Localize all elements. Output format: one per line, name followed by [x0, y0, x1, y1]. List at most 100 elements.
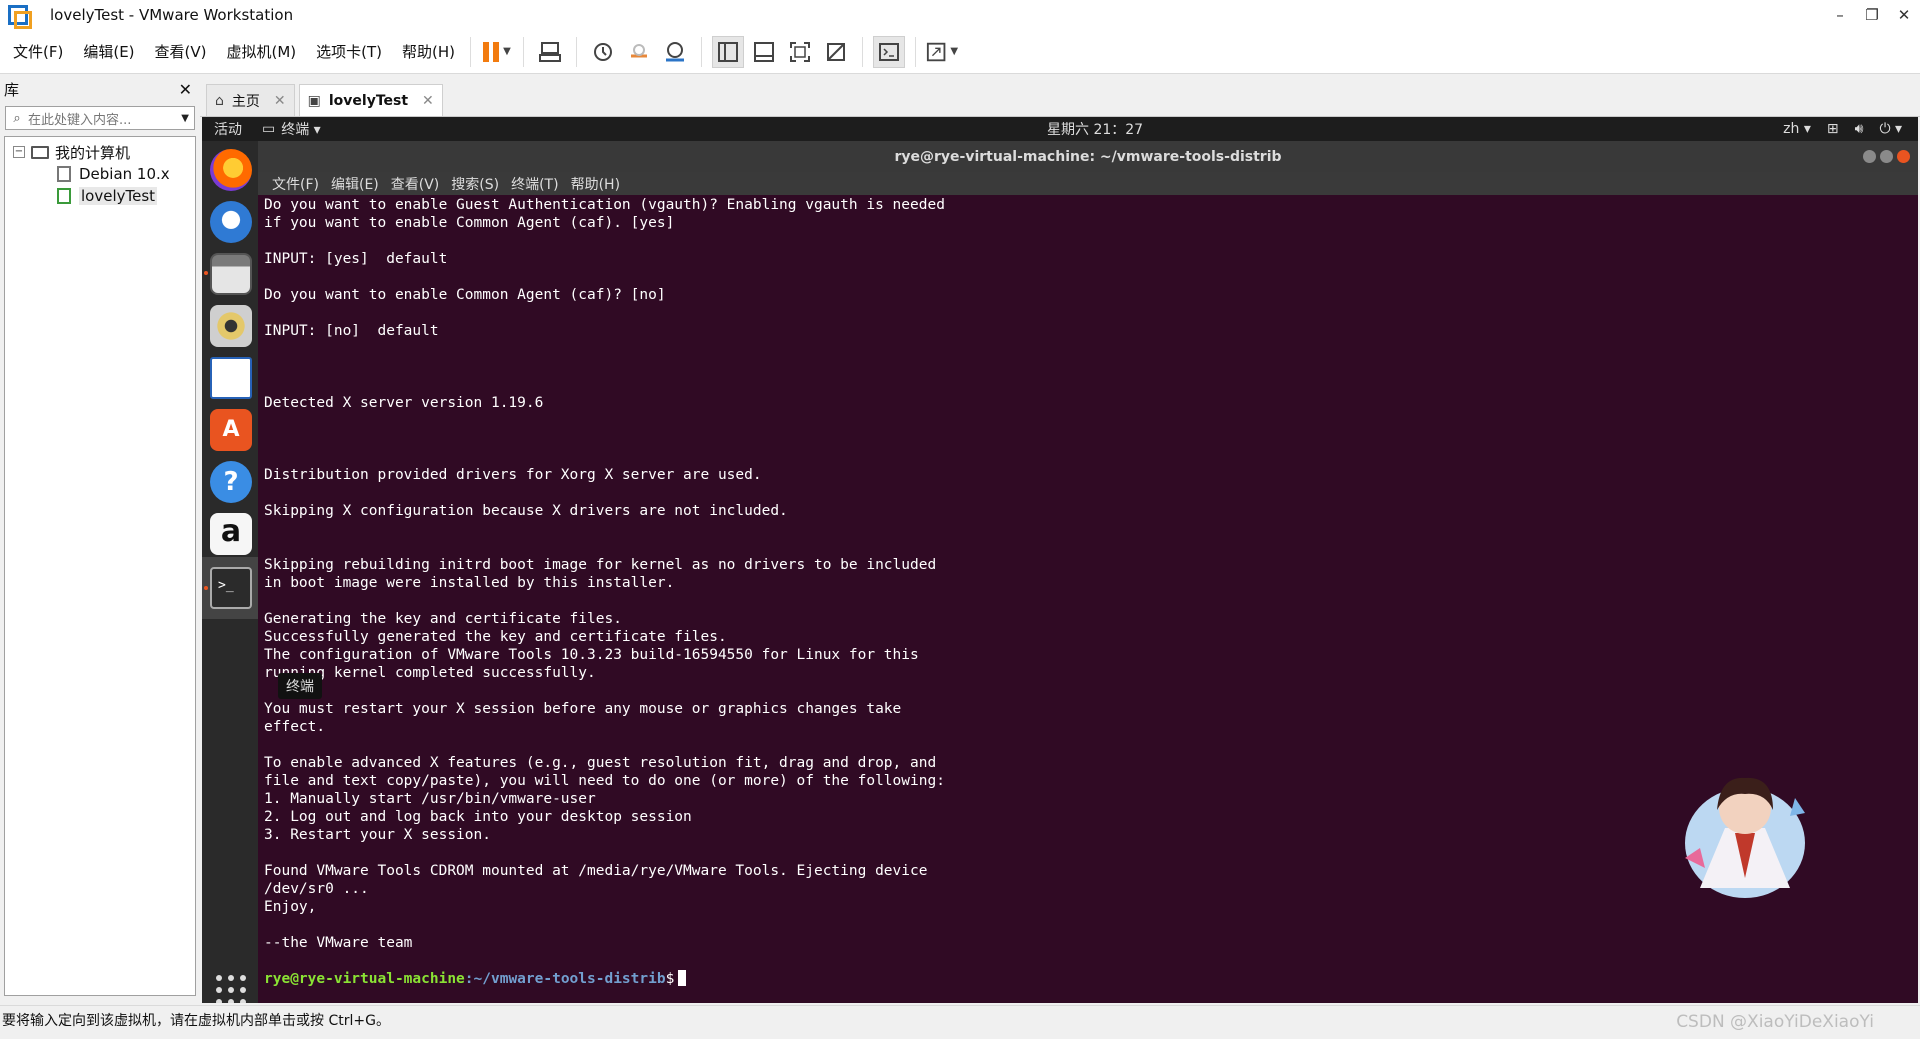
- menu-edit[interactable]: 编辑(E): [76, 41, 141, 62]
- terminal-line: INPUT: [yes] default: [264, 251, 448, 267]
- menu-tabs[interactable]: 选项卡(T): [309, 41, 389, 62]
- tree-item-debian[interactable]: Debian 10.x: [5, 163, 195, 185]
- library-search-input[interactable]: ⌕ 在此处键入内容... ▼: [5, 106, 195, 130]
- menu-view[interactable]: 查看(V): [148, 41, 214, 62]
- tab-home[interactable]: ⌂ 主页 ✕: [206, 84, 295, 116]
- terminal-small-icon: ▭: [262, 121, 276, 137]
- terminal-window-controls: [1863, 150, 1910, 163]
- menu-file[interactable]: 文件(F): [6, 41, 70, 62]
- terminal-menu-view[interactable]: 查看(V): [391, 174, 440, 194]
- search-icon: ⌕: [13, 110, 21, 126]
- app-menu[interactable]: ▭ 终端 ▾: [262, 119, 321, 139]
- manage-snapshots-button[interactable]: [659, 36, 691, 68]
- chevron-down-icon[interactable]: ▼: [503, 46, 511, 57]
- search-placeholder: 在此处键入内容...: [28, 112, 132, 128]
- vmware-logo-icon: [8, 5, 32, 29]
- close-button[interactable]: ✕: [1888, 6, 1920, 24]
- prompt-user: rye@rye-virtual-machine: [264, 971, 465, 987]
- terminal-titlebar[interactable]: rye@rye-virtual-machine: ~/vmware-tools-…: [258, 141, 1918, 172]
- libreoffice-writer-icon[interactable]: [210, 357, 252, 399]
- library-tree: − 我的计算机 Debian 10.x lovelyTest: [4, 136, 196, 996]
- terminal-menubar: 文件(F) 编辑(E) 查看(V) 搜索(S) 终端(T) 帮助(H): [258, 172, 1918, 195]
- tree-item-my-computer[interactable]: − 我的计算机: [5, 141, 195, 163]
- terminal-line: Skipping X configuration because X drive…: [264, 503, 788, 519]
- toolbar-separator: [701, 36, 703, 67]
- network-icon[interactable]: ⊞: [1827, 121, 1839, 137]
- vm-console[interactable]: 活动 ▭ 终端 ▾ 星期六 21：27 zh ▾ ⊞ 🔊︎ ⏻ ▾ A ? a …: [202, 117, 1918, 1003]
- activities-button[interactable]: 活动: [214, 119, 242, 139]
- toolbar-separator: [523, 36, 525, 67]
- send-ctrl-alt-del-button[interactable]: [534, 36, 566, 68]
- menu-bar: 文件(F) 编辑(E) 查看(V) 虚拟机(M) 选项卡(T) 帮助(H) ▼ …: [0, 30, 1920, 74]
- tab-label: 主页: [231, 93, 260, 110]
- menu-help[interactable]: 帮助(H): [395, 41, 462, 62]
- volume-icon[interactable]: 🔊︎: [1855, 121, 1864, 137]
- minimize-button[interactable]: –: [1824, 6, 1856, 24]
- menu-vm[interactable]: 虚拟机(M): [220, 41, 304, 62]
- amazon-icon[interactable]: a: [210, 513, 252, 555]
- window-title: lovelyTest - VMware Workstation: [50, 6, 294, 24]
- unity-button[interactable]: [820, 36, 852, 68]
- app-menu-label: 终端 ▾: [281, 122, 321, 138]
- revert-snapshot-button[interactable]: [623, 36, 655, 68]
- close-icon[interactable]: ✕: [274, 93, 286, 109]
- terminal-menu-edit[interactable]: 编辑(E): [331, 174, 379, 194]
- send-keys-icon: [539, 41, 562, 62]
- tree-item-lovelytest[interactable]: lovelyTest: [5, 185, 195, 207]
- terminal-menu-help[interactable]: 帮助(H): [571, 174, 620, 194]
- chevron-down-icon[interactable]: ▼: [950, 46, 958, 57]
- maximize-button[interactable]: [1880, 150, 1893, 163]
- terminal-line: You must restart your X session before a…: [264, 701, 902, 717]
- library-view-button[interactable]: [712, 35, 745, 68]
- rhythmbox-icon[interactable]: [210, 305, 252, 347]
- stretch-guest-button[interactable]: ▼: [926, 36, 958, 68]
- chevron-down-icon[interactable]: ▼: [181, 113, 189, 124]
- tab-lovelytest[interactable]: ▣ lovelyTest ✕: [298, 84, 443, 116]
- take-snapshot-button[interactable]: [587, 36, 619, 68]
- terminal-menu-search[interactable]: 搜索(S): [451, 174, 499, 194]
- tree-item-label: 我的计算机: [55, 143, 131, 162]
- pause-button[interactable]: ▼: [481, 36, 513, 68]
- thumbnail-view-button[interactable]: [748, 36, 780, 68]
- files-icon[interactable]: [210, 253, 252, 295]
- terminal-menu-terminal[interactable]: 终端(T): [511, 174, 558, 194]
- terminal-line: in boot image were installed by this ins…: [264, 575, 675, 591]
- close-icon[interactable]: ✕: [422, 93, 434, 109]
- fullscreen-button[interactable]: [784, 36, 816, 68]
- collapse-icon[interactable]: −: [13, 146, 25, 158]
- terminal-menu-file[interactable]: 文件(F): [272, 174, 319, 194]
- help-icon[interactable]: ?: [210, 461, 252, 503]
- library-panel: 库 ✕ ⌕ 在此处键入内容... ▼ − 我的计算机 Debian 10.x l…: [0, 75, 200, 1005]
- fullscreen-icon: [790, 41, 811, 62]
- window-controls: – ❐ ✕: [1824, 6, 1920, 24]
- toolbar-separator: [576, 36, 578, 67]
- console-view-button[interactable]: [873, 35, 906, 68]
- firefox-icon[interactable]: [210, 149, 252, 191]
- minimize-button[interactable]: [1863, 150, 1876, 163]
- running-indicator: [204, 586, 208, 590]
- thunderbird-icon[interactable]: [210, 201, 252, 243]
- watermark: CSDN @XiaoYiDeXiaoYi: [1676, 1012, 1874, 1032]
- software-center-icon[interactable]: A: [210, 409, 252, 451]
- clock[interactable]: 星期六 21：27: [1047, 119, 1143, 139]
- library-title: 库: [4, 80, 20, 99]
- terminal-title: rye@rye-virtual-machine: ~/vmware-tools-…: [894, 148, 1282, 165]
- terminal-prompt[interactable]: rye@rye-virtual-machine:~/vmware-tools-d…: [264, 970, 1918, 988]
- prompt-path: :~/vmware-tools-distrib: [464, 971, 666, 987]
- library-close-button[interactable]: ✕: [179, 80, 192, 99]
- pause-icon: [483, 41, 500, 62]
- restore-button[interactable]: ❐: [1856, 6, 1888, 24]
- power-icon[interactable]: ⏻ ▾: [1879, 121, 1902, 137]
- terminal-line: effect.: [264, 719, 326, 735]
- terminal-icon[interactable]: >_: [210, 567, 252, 609]
- ubuntu-dock: A ? a >_: [202, 141, 258, 1003]
- input-language[interactable]: zh ▾: [1783, 121, 1811, 137]
- show-applications-icon[interactable]: [216, 975, 246, 1003]
- close-button[interactable]: [1897, 150, 1910, 163]
